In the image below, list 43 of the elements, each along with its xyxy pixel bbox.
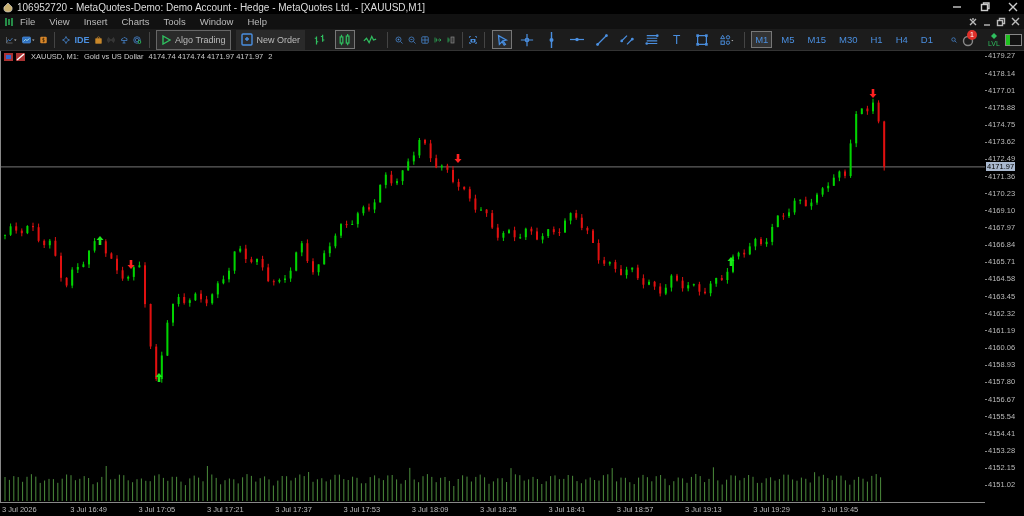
chart-type-button[interactable]	[335, 30, 356, 49]
menu-item[interactable]: View	[43, 16, 78, 27]
rectangle-icon	[694, 31, 709, 48]
timeframe-button[interactable]: H1	[866, 31, 887, 48]
close-icon[interactable]	[1008, 2, 1018, 12]
menu-item[interactable]: Help	[241, 16, 275, 27]
restore-icon[interactable]	[996, 16, 1006, 27]
order-icon	[240, 33, 253, 46]
chart-window-icon	[4, 16, 14, 27]
menu-item[interactable]: Window	[193, 16, 242, 27]
trend-line-icon	[594, 31, 609, 48]
fibonacci-icon	[644, 31, 659, 48]
menu-item[interactable]: Tools	[157, 16, 194, 27]
timeframe-button[interactable]: D1	[916, 31, 937, 48]
ide-button[interactable]: IDE	[74, 34, 90, 45]
restore-icon[interactable]	[980, 2, 990, 12]
vertical-line-icon	[549, 31, 555, 48]
play-icon	[161, 34, 172, 45]
window-title: 106952720 - MetaQuotes-Demo: Demo Account - Hedge - MetaQuotes Ltd. - [XAUUSD,M1]	[17, 1, 426, 13]
symbol-flag-icon	[4, 52, 26, 61]
sell-arrow-icon	[454, 154, 462, 163]
sell-arrow-icon	[127, 260, 135, 269]
buy-arrow-icon	[727, 257, 735, 266]
new-order-button[interactable]: New Order	[235, 29, 306, 50]
candlestick-icon	[338, 31, 353, 48]
menu-item[interactable]: File	[14, 16, 44, 27]
sell-arrow-icon	[869, 89, 877, 98]
crosshair-icon	[519, 31, 534, 48]
algo-trading-button[interactable]: Algo Trading	[156, 29, 231, 50]
buy-arrow-icon	[155, 373, 163, 382]
timeframe-button[interactable]: M5	[777, 31, 799, 48]
text-tool-button[interactable]: T	[666, 30, 687, 49]
timeframe-button[interactable]: H4	[891, 31, 912, 48]
horizontal-line-icon	[569, 37, 584, 42]
timeframe-button[interactable]: M30	[835, 31, 862, 48]
timeframe-button[interactable]: M15	[803, 31, 830, 48]
close-icon[interactable]	[1011, 17, 1020, 26]
drawing-tool-button[interactable]	[491, 30, 512, 49]
menu-item[interactable]: Charts	[115, 16, 158, 27]
buy-arrow-icon	[96, 236, 104, 245]
menu-item[interactable]: Insert	[77, 16, 116, 27]
app-icon	[3, 1, 13, 13]
timeframe-button[interactable]: M1	[751, 31, 773, 48]
